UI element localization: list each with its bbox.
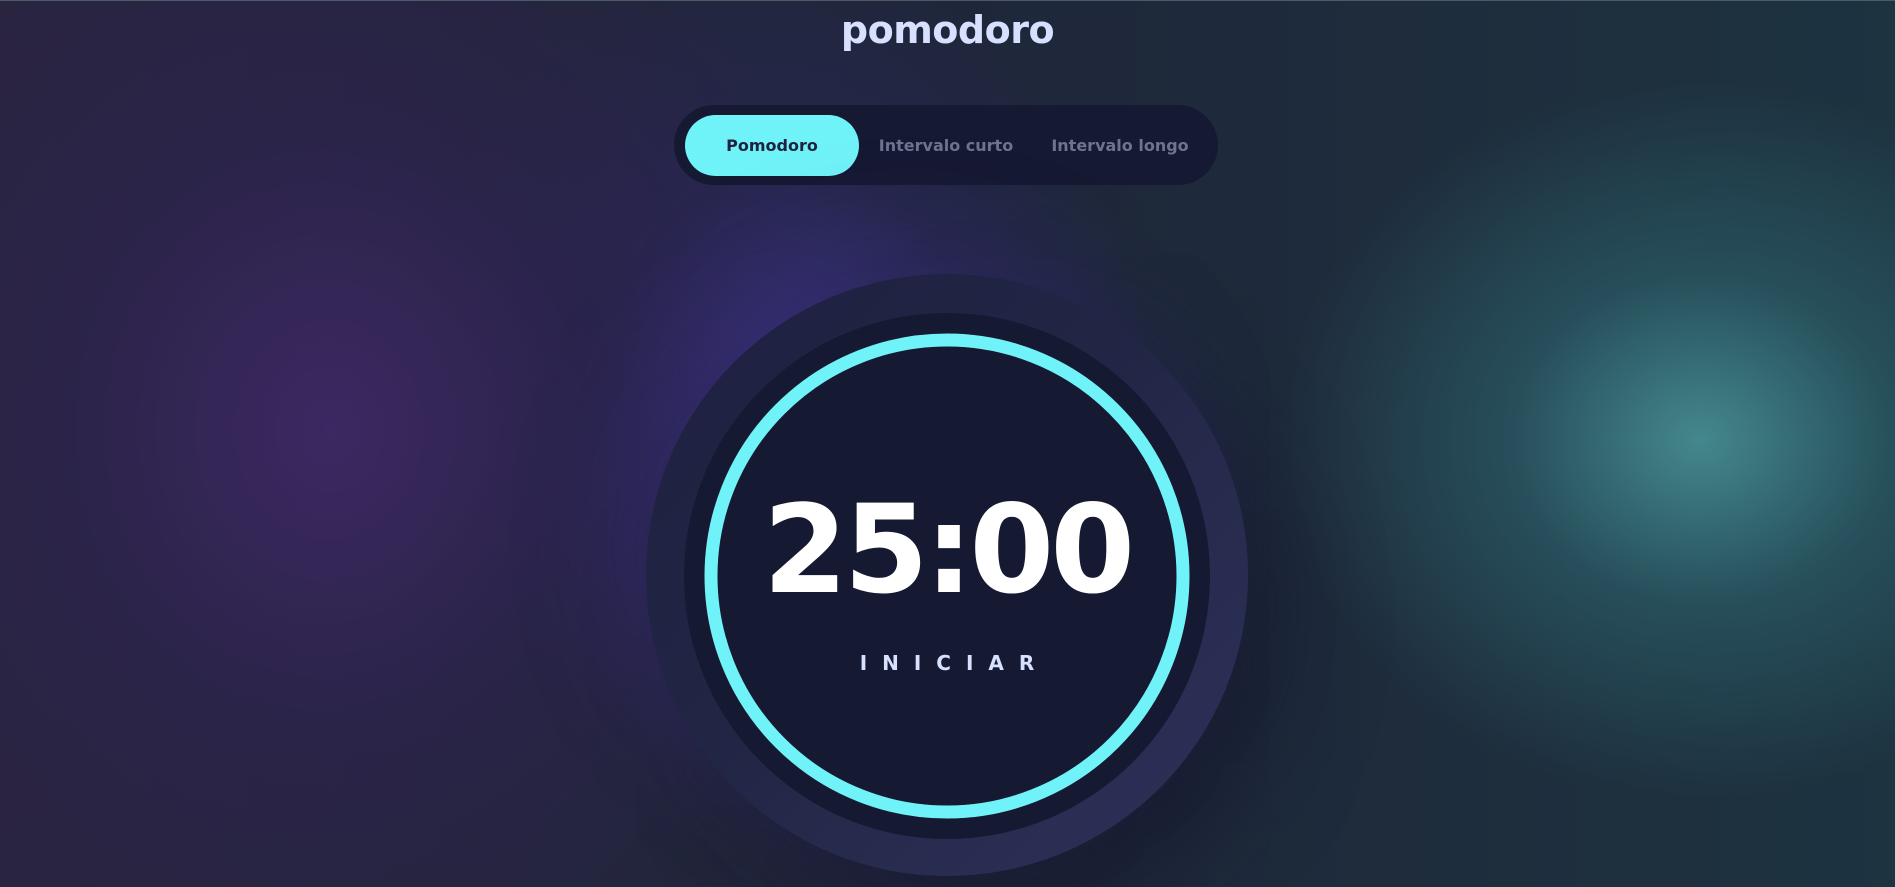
tab-short-break[interactable]: Intervalo curto [859,115,1033,176]
window-top-border [0,0,1895,1]
tab-long-break[interactable]: Intervalo longo [1033,115,1207,176]
app-title: pomodoro [840,8,1055,52]
start-button[interactable]: INICIAR [684,648,1210,678]
tab-pomodoro[interactable]: Pomodoro [685,114,859,176]
mode-tabs: Pomodoro Intervalo curto Intervalo longo [674,105,1218,185]
timer-display: 25:00 [762,479,1135,621]
